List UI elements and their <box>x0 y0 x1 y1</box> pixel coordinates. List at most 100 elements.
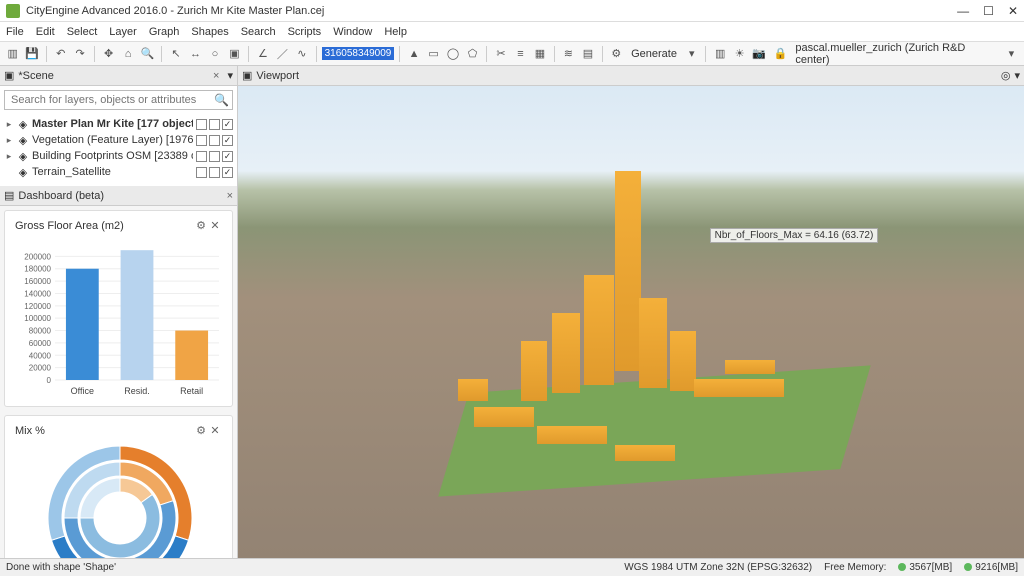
poly-icon[interactable]: ⬠ <box>464 45 481 63</box>
frame-icon[interactable]: ⌂ <box>119 45 136 63</box>
block-icon[interactable]: ▤ <box>579 45 596 63</box>
generate-button[interactable]: Generate <box>627 48 681 60</box>
settings-icon[interactable]: ⚙ <box>194 424 208 437</box>
maximize-button[interactable]: ☐ <box>983 4 994 18</box>
layer-checkbox[interactable] <box>196 167 207 178</box>
bookmark-icon[interactable]: ◎ <box>1001 69 1011 82</box>
menu-scripts[interactable]: Scripts <box>288 26 322 38</box>
panel-menu-icon[interactable]: ▾ <box>227 69 233 82</box>
line-icon[interactable]: ／ <box>274 45 291 63</box>
scale-icon[interactable]: ▣ <box>226 45 243 63</box>
layer-checkbox[interactable] <box>196 151 207 162</box>
redo-icon[interactable]: ↷ <box>71 45 88 63</box>
dashboard-panel: ▤ Dashboard (beta) × Gross Floor Area (m… <box>0 186 237 558</box>
menu-select[interactable]: Select <box>67 26 98 38</box>
pointer-icon[interactable]: ↖ <box>167 45 184 63</box>
svg-text:140000: 140000 <box>24 289 51 298</box>
layer-checkbox[interactable] <box>209 151 220 162</box>
menu-window[interactable]: Window <box>333 26 372 38</box>
new-icon[interactable]: ▥ <box>4 45 21 63</box>
layer-icon: ◈ <box>17 150 29 162</box>
view-settings-icon[interactable]: ▾ <box>1014 69 1020 82</box>
save-icon[interactable]: 💾 <box>23 45 40 63</box>
card-close-icon[interactable]: ✕ <box>208 424 222 437</box>
menu-bar: File Edit Select Layer Graph Shapes Search Scri… <box>0 22 1024 42</box>
title-bar: CityEngine Advanced 2016.0 - Zurich Mr K… <box>0 0 1024 22</box>
menu-graph[interactable]: Graph <box>149 26 180 38</box>
layers-icon[interactable]: ▥ <box>711 45 728 63</box>
svg-text:200000: 200000 <box>24 252 51 261</box>
status-mem1: 3567[MB] <box>898 562 952 573</box>
shape-icon[interactable]: ▲ <box>405 45 422 63</box>
user-dropdown-icon[interactable]: ▾ <box>1003 45 1020 63</box>
camera-icon[interactable]: 📷 <box>750 45 767 63</box>
texture-icon[interactable]: ▦ <box>531 45 548 63</box>
user-label[interactable]: pascal.mueller_zurich (Zurich R&D center… <box>791 42 1000 66</box>
menu-shapes[interactable]: Shapes <box>191 26 228 38</box>
search-input[interactable] <box>4 90 233 110</box>
menu-help[interactable]: Help <box>384 26 407 38</box>
svg-text:120000: 120000 <box>24 302 51 311</box>
curve-icon[interactable]: ∿ <box>293 45 310 63</box>
svg-text:40000: 40000 <box>29 351 52 360</box>
layer-checkbox[interactable]: ✓ <box>222 119 233 130</box>
rect-icon[interactable]: ▭ <box>425 45 442 63</box>
svg-text:0: 0 <box>47 376 52 385</box>
settings-icon[interactable]: ⚙ <box>194 219 208 232</box>
cleanup-icon[interactable]: ✂ <box>492 45 509 63</box>
card-title: Gross Floor Area (m2) <box>15 220 194 232</box>
scene-tab[interactable]: *Scene <box>18 70 53 82</box>
viewport-tab[interactable]: Viewport <box>256 70 299 82</box>
viewport-tooltip: Nbr_of_Floors_Max = 64.16 (63.72) <box>710 228 879 243</box>
close-button[interactable]: ✕ <box>1008 4 1018 18</box>
move-icon[interactable]: ↔ <box>187 45 204 63</box>
layer-checkbox[interactable]: ✓ <box>222 167 233 178</box>
layer-item[interactable]: ▸◈Vegetation (Feature Layer) [1976 objec… <box>4 132 233 148</box>
layer-item[interactable]: ▸◈Master Plan Mr Kite [177 objects, 1 se… <box>4 116 233 132</box>
menu-file[interactable]: File <box>6 26 24 38</box>
undo-icon[interactable]: ↶ <box>52 45 69 63</box>
nav-icon[interactable]: ✥ <box>100 45 117 63</box>
status-bar: Done with shape 'Shape' WGS 1984 UTM Zon… <box>0 558 1024 576</box>
layer-label: Vegetation (Feature Layer) [1976 objects… <box>32 134 193 146</box>
layer-checkbox[interactable] <box>209 135 220 146</box>
layer-item[interactable]: ▸◈Building Footprints OSM [23389 objects… <box>4 148 233 164</box>
street-icon[interactable]: ≋ <box>560 45 577 63</box>
menu-search[interactable]: Search <box>241 26 276 38</box>
svg-text:Retail: Retail <box>180 386 203 396</box>
panel-close-icon[interactable]: × <box>213 70 219 82</box>
edge-icon[interactable]: ∠ <box>254 45 271 63</box>
layer-checkbox[interactable]: ✓ <box>222 151 233 162</box>
selection-count: 316058349009 <box>322 47 395 60</box>
minimize-button[interactable]: — <box>957 4 969 18</box>
dashboard-close-icon[interactable]: × <box>227 190 233 202</box>
expand-icon[interactable]: ▸ <box>4 135 14 146</box>
menu-layer[interactable]: Layer <box>109 26 137 38</box>
viewport-panel: ▣ Viewport ◎ ▾ Nbr_of_Floors_Max = 64.16… <box>238 66 1024 558</box>
lock-icon[interactable]: 🔒 <box>772 45 789 63</box>
zoom-icon[interactable]: 🔍 <box>139 45 156 63</box>
card-close-icon[interactable]: ✕ <box>208 219 222 232</box>
svg-text:60000: 60000 <box>29 339 52 348</box>
svg-text:80000: 80000 <box>29 327 52 336</box>
viewport-3d[interactable]: Nbr_of_Floors_Max = 64.16 (63.72) <box>238 86 1024 558</box>
sun-icon[interactable]: ☀ <box>731 45 748 63</box>
rotate-icon[interactable]: ○ <box>206 45 223 63</box>
menu-edit[interactable]: Edit <box>36 26 55 38</box>
expand-icon[interactable]: ▸ <box>4 151 14 162</box>
layer-checkbox[interactable] <box>196 135 207 146</box>
status-crs: WGS 1984 UTM Zone 32N (EPSG:32632) <box>624 562 812 573</box>
dashboard-tab[interactable]: Dashboard (beta) <box>18 190 104 202</box>
layer-checkbox[interactable] <box>209 119 220 130</box>
circle-icon[interactable]: ◯ <box>444 45 461 63</box>
expand-icon[interactable]: ▸ <box>4 119 14 130</box>
search-icon[interactable]: 🔍 <box>214 93 229 107</box>
layer-tree: ▸◈Master Plan Mr Kite [177 objects, 1 se… <box>0 114 237 186</box>
layer-item[interactable]: ◈Terrain_Satellite✓ <box>4 164 233 180</box>
layer-checkbox[interactable] <box>196 119 207 130</box>
layer-checkbox[interactable]: ✓ <box>222 135 233 146</box>
layer-checkbox[interactable] <box>209 167 220 178</box>
align-icon[interactable]: ≡ <box>512 45 529 63</box>
gear-icon[interactable]: ⚙ <box>608 45 625 63</box>
dropdown-icon[interactable]: ▾ <box>683 45 700 63</box>
